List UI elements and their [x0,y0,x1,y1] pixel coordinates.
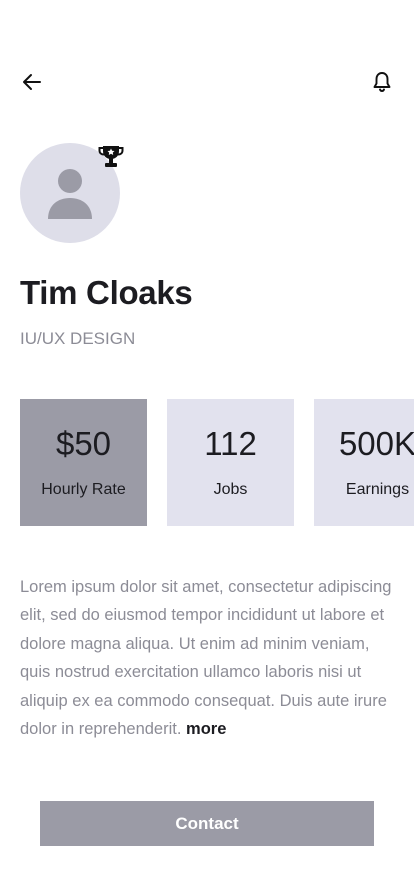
stat-card-jobs[interactable]: 112 Jobs [167,399,294,526]
trophy-badge [97,142,125,170]
stat-card-hourly-rate[interactable]: $50 Hourly Rate [20,399,147,526]
profile-screen: Tim Cloaks IU/UX DESIGN $50 Hourly Rate … [0,0,414,896]
trophy-icon [98,146,124,167]
stat-value: 112 [204,425,257,462]
stat-value: $50 [55,425,112,462]
profile-role: IU/UX DESIGN [20,329,136,348]
stat-label: Jobs [213,481,248,498]
notification-button[interactable] [370,70,394,94]
more-link[interactable]: more [186,720,226,738]
stat-label: Hourly Rate [41,481,126,498]
stat-value: 500K [338,425,414,462]
profile-name: Tim Cloaks [20,274,193,311]
bell-icon [373,72,391,92]
stats-row: $50 Hourly Rate 112 Jobs 500K Earnings [20,399,414,526]
stat-card-earnings[interactable]: 500K Earnings [314,399,414,526]
profile-description: Lorem ipsum dolor sit amet, consectetur … [20,573,398,743]
arrow-left-icon [23,74,41,90]
description-text: Lorem ipsum dolor sit amet, consectetur … [20,578,392,739]
back-button[interactable] [20,70,44,94]
stat-label: Earnings [345,481,410,498]
contact-button[interactable]: Contact [40,801,374,846]
